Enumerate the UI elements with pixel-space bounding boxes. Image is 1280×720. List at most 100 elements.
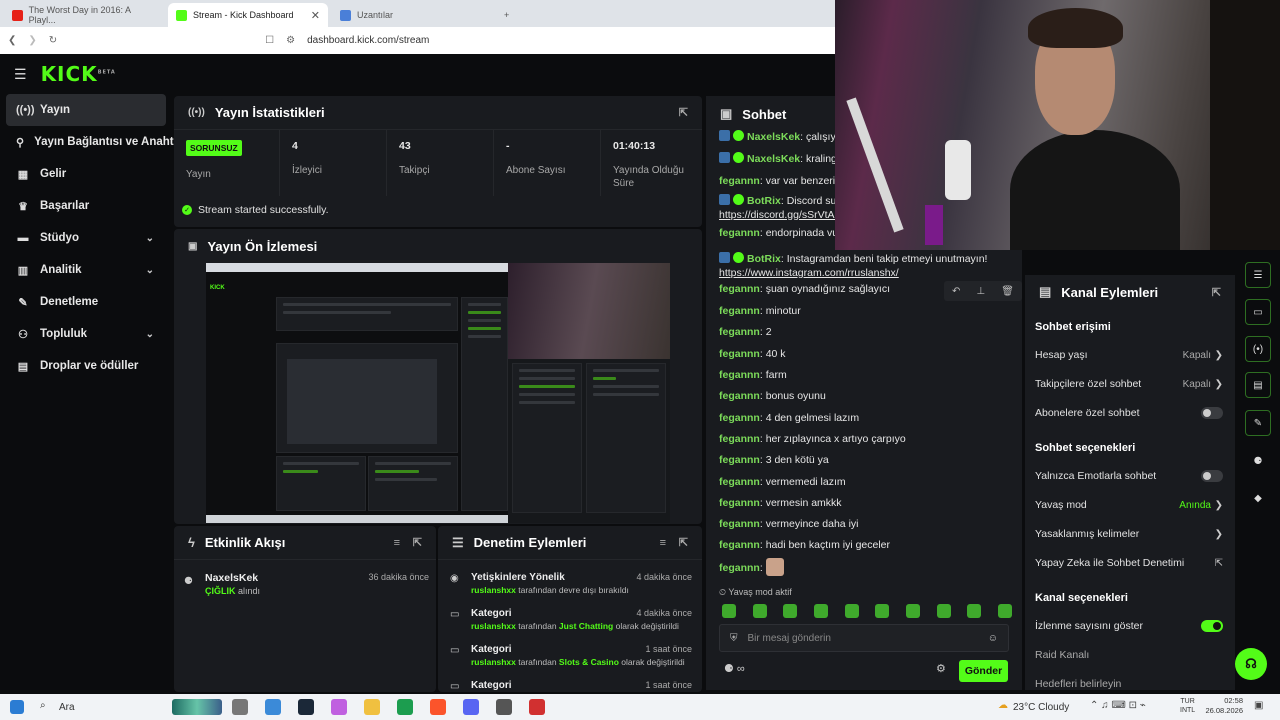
chevron-down-icon[interactable]: ⌄ <box>146 265 154 276</box>
emote-icon[interactable] <box>722 604 736 618</box>
emote-icon[interactable] <box>875 604 890 618</box>
language-indicator[interactable]: TUR INTL <box>1180 697 1195 715</box>
channel-setting-row[interactable]: Yavaş mod Anında ❯ <box>1035 499 1225 511</box>
chat-input[interactable]: ⛨ Bir mesaj gönderin ☺ <box>719 624 1009 652</box>
brave-icon[interactable] <box>430 699 446 715</box>
chat-username[interactable]: fegannn <box>719 433 760 445</box>
taskbar-search[interactable]: Ara <box>59 702 75 713</box>
moderation-user[interactable]: ruslanshxx <box>471 657 516 667</box>
chat-link[interactable]: https://www.instagram.com/rruslanshx/ <box>719 267 899 279</box>
chat-username[interactable]: fegannn <box>719 326 760 338</box>
excel-icon[interactable] <box>397 699 413 715</box>
emote-icon[interactable] <box>752 604 767 618</box>
chevron-down-icon[interactable]: ⌄ <box>146 329 154 340</box>
chevron-right-icon[interactable]: ❯ <box>1215 529 1223 540</box>
undo-icon[interactable]: ↶ <box>952 286 960 297</box>
url-field[interactable]: dashboard.kick.com/stream <box>307 35 429 46</box>
channel-icon[interactable]: ▤ <box>1245 372 1271 398</box>
channel-setting-row[interactable]: Hedefleri belirleyin <box>1035 678 1225 690</box>
toggle-switch[interactable] <box>1201 620 1223 632</box>
file-explorer-icon[interactable] <box>364 699 380 715</box>
chevron-right-icon[interactable]: ❯ <box>1215 350 1223 361</box>
channel-setting-row[interactable]: Takipçilere özel sohbet Kapalı ❯ <box>1035 378 1225 390</box>
sidebar-item-3[interactable]: ♛ Başarılar <box>0 190 172 222</box>
tray-icons[interactable]: ⌃ ♫ ⌨ ⊡ ⌁ <box>1090 700 1146 711</box>
kick-logo[interactable]: KICKBETA <box>41 62 116 86</box>
chat-username[interactable]: fegannn <box>719 390 760 402</box>
broadcast-icon[interactable]: (•) <box>1245 336 1271 362</box>
edge-icon[interactable] <box>265 699 281 715</box>
sidebar-item-6[interactable]: ✎ Denetleme <box>0 286 172 318</box>
clock[interactable]: 02:58 26.08.2026 <box>1203 696 1243 716</box>
external-link-icon[interactable]: ⇱ <box>1215 558 1223 569</box>
task-view-icon[interactable] <box>232 699 248 715</box>
emoji-icon[interactable]: ☺ <box>988 633 998 644</box>
new-tab-button[interactable]: + <box>496 3 520 27</box>
chat-username[interactable]: fegannn <box>719 227 760 239</box>
sidebar-item-8[interactable]: ▤ Droplar ve ödüller <box>0 350 172 382</box>
chat-icon[interactable]: ▭ <box>1245 299 1271 325</box>
chat-username[interactable]: fegannn <box>719 454 760 466</box>
sidebar-item-1[interactable]: ⚲ Yayın Bağlantısı ve Anahtarı <box>0 126 188 158</box>
emote-icon[interactable] <box>967 604 982 618</box>
notification-icon[interactable]: ▣ <box>1254 700 1263 711</box>
browser-tab-extensions[interactable]: Uzantılar <box>332 3 492 27</box>
support-button[interactable]: ☊ <box>1235 648 1267 680</box>
site-info-icon[interactable]: ⚙ <box>286 35 295 46</box>
emote-icon[interactable] <box>936 604 951 618</box>
chevron-down-icon[interactable]: ⌄ <box>146 233 154 244</box>
chat-username[interactable]: fegannn <box>719 497 760 509</box>
channel-setting-row[interactable]: İzlenme sayısını göster <box>1035 620 1225 632</box>
chat-username[interactable]: NaxelsKek <box>747 131 800 143</box>
trash-icon[interactable]: 🗑 <box>1001 286 1014 297</box>
close-tab-icon[interactable]: ✕ <box>311 9 320 22</box>
wrench-icon[interactable]: ✎ <box>1245 410 1271 436</box>
copilot-icon[interactable] <box>331 699 347 715</box>
chat-username[interactable]: fegannn <box>719 539 760 551</box>
chat-username[interactable]: fegannn <box>719 412 760 424</box>
menu-icon[interactable]: ☰ <box>14 66 27 83</box>
chat-username[interactable]: NaxelsKek <box>747 153 800 165</box>
chat-username[interactable]: fegannn <box>719 369 760 381</box>
chevron-right-icon[interactable]: ❯ <box>1215 500 1223 511</box>
chat-username[interactable]: fegannn <box>719 283 760 295</box>
sidebar-item-0[interactable]: ((•)) Yayın <box>6 94 166 126</box>
send-button[interactable]: Gönder <box>959 660 1008 682</box>
chat-username[interactable]: fegannn <box>719 518 760 530</box>
forward-icon[interactable]: ❯ <box>28 35 36 46</box>
bookmark-icon[interactable]: ☐ <box>265 35 274 46</box>
diamond-icon[interactable]: ◆ <box>1245 485 1271 511</box>
channel-setting-row[interactable]: Hesap yaşı Kapalı ❯ <box>1035 349 1225 361</box>
chevron-right-icon[interactable]: ❯ <box>1215 379 1223 390</box>
search-icon[interactable]: ⌕ <box>40 700 46 711</box>
moderation-user[interactable]: ruslanshxx <box>471 621 516 631</box>
stream-preview-video[interactable]: KICK <box>206 263 670 523</box>
toggle-switch[interactable] <box>1201 470 1223 482</box>
moderation-user[interactable]: ruslanshxx <box>471 585 516 595</box>
popout-icon[interactable]: ⇱ <box>1212 286 1221 299</box>
sidebar-item-5[interactable]: ▥ Analitik ⌄ <box>0 254 172 286</box>
emote-icon[interactable] <box>813 604 828 618</box>
channel-setting-row[interactable]: Abonelere özel sohbet <box>1035 407 1225 419</box>
chat-username[interactable]: BotRix <box>747 253 781 265</box>
sidebar-item-2[interactable]: ▦ Gelir <box>0 158 172 190</box>
popout-icon[interactable]: ⇱ <box>679 536 688 549</box>
channel-setting-row[interactable]: Raid Kanalı <box>1035 649 1225 661</box>
chat-username[interactable]: fegannn <box>719 348 760 360</box>
chat-username[interactable]: fegannn <box>719 562 760 574</box>
channel-setting-row[interactable]: Yasaklanmış kelimeler ❯ <box>1035 528 1225 540</box>
popout-icon[interactable]: ⇱ <box>413 536 422 549</box>
chat-settings-icon[interactable]: ⚙ <box>936 662 946 675</box>
settings-icon[interactable] <box>496 699 512 715</box>
sidebar-item-7[interactable]: ⚇ Topluluk ⌄ <box>0 318 172 350</box>
browser-tab-youtube[interactable]: The Worst Day in 2016: A Playl... <box>4 3 164 27</box>
windows-start-icon[interactable] <box>10 700 24 714</box>
list-icon[interactable]: ☰ <box>1245 262 1271 288</box>
community-icon[interactable]: ⚈ <box>1245 448 1271 474</box>
pin-icon[interactable]: ⊥ <box>976 286 985 297</box>
toggle-switch[interactable] <box>1201 407 1223 419</box>
chat-settings-left-icon[interactable]: ⚈ ∞ <box>724 662 745 675</box>
reload-icon[interactable]: ↻ <box>49 35 57 46</box>
chat-username[interactable]: fegannn <box>719 305 760 317</box>
channel-setting-row[interactable]: Yalnızca Emotlarla sohbet <box>1035 470 1225 482</box>
